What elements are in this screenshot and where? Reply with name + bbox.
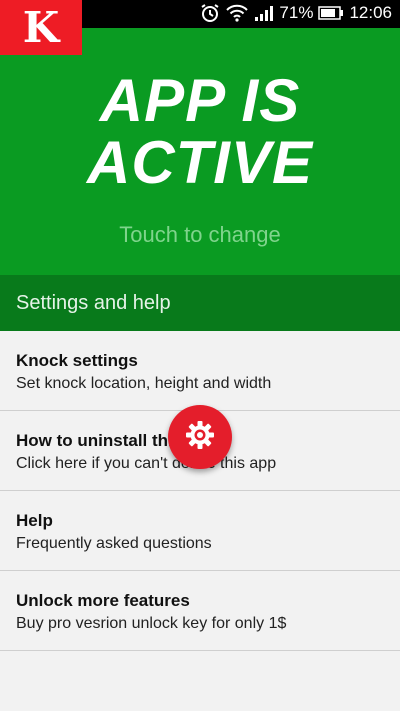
list-item-knock-settings[interactable]: Knock settings Set knock location, heigh…	[0, 331, 400, 411]
battery-percent: 71%	[279, 3, 314, 22]
battery-icon	[318, 6, 344, 20]
app-logo: K	[0, 0, 82, 55]
status-title-line2: ACTIVE	[86, 129, 314, 196]
list-item-subtitle: Frequently asked questions	[16, 535, 212, 552]
gear-icon	[185, 420, 215, 455]
signal-icon	[254, 5, 274, 21]
status-title-line1: APP IS	[99, 67, 301, 134]
list-item-title: Knock settings	[16, 351, 138, 370]
app-status-toggle[interactable]: APP IS ACTIVE Touch to change	[0, 28, 400, 275]
list-item-title: Help	[16, 511, 53, 530]
alarm-icon	[200, 3, 220, 23]
logo-letter: K	[22, 2, 60, 52]
status-title: APP IS ACTIVE	[0, 70, 400, 194]
list-item-unlock-features[interactable]: Unlock more features Buy pro vesrion unl…	[0, 571, 400, 651]
section-header: Settings and help	[0, 275, 400, 331]
wifi-icon	[225, 4, 249, 22]
list-item-title: Unlock more features	[16, 591, 190, 610]
settings-list: Knock settings Set knock location, heigh…	[0, 331, 400, 651]
list-item-subtitle: Set knock location, height and width	[16, 375, 272, 392]
settings-fab-button[interactable]	[168, 405, 232, 469]
clock: 12:06	[349, 3, 392, 22]
list-item-subtitle: Buy pro vesrion unlock key for only 1$	[16, 615, 287, 632]
list-item-help[interactable]: Help Frequently asked questions	[0, 491, 400, 571]
touch-to-change-label: Touch to change	[119, 222, 281, 247]
